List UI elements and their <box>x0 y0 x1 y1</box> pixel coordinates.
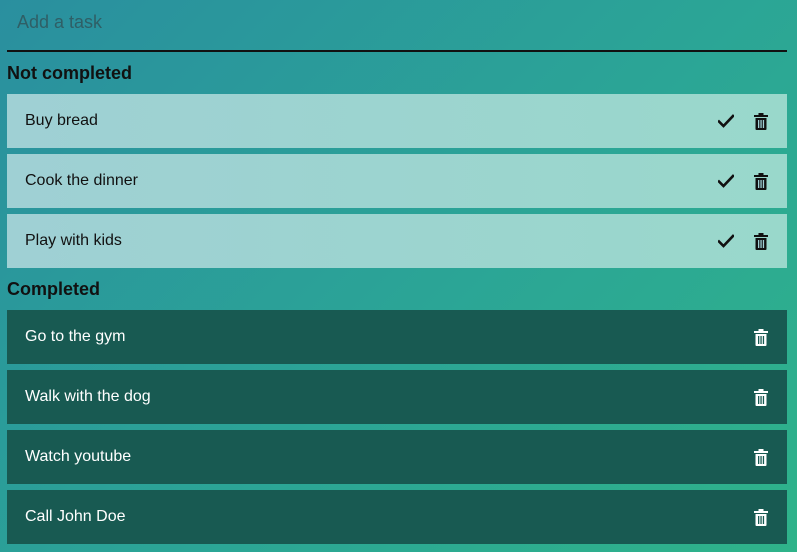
check-icon[interactable] <box>716 171 736 191</box>
task-row: Buy bread <box>7 94 787 148</box>
check-icon[interactable] <box>716 231 736 251</box>
completed-heading: Completed <box>7 279 101 299</box>
trash-icon[interactable] <box>751 507 771 527</box>
task-row: Watch youtube <box>7 430 787 484</box>
trash-icon[interactable] <box>751 111 771 131</box>
task-label: Walk with the dog <box>25 388 151 405</box>
task-input-container <box>7 0 787 52</box>
task-label: Cook the dinner <box>25 172 138 189</box>
task-row: Go to the gym <box>7 310 787 364</box>
trash-icon[interactable] <box>751 447 771 467</box>
task-label: Watch youtube <box>25 448 132 465</box>
check-icon[interactable] <box>716 111 736 131</box>
task-label: Call John Doe <box>25 508 126 525</box>
task-label: Go to the gym <box>25 328 126 345</box>
not-completed-list: Buy bread Cook the dinner Play with kids <box>7 94 787 268</box>
task-label: Play with kids <box>25 232 122 249</box>
task-label: Buy bread <box>25 112 98 129</box>
task-row: Play with kids <box>7 214 787 268</box>
trash-icon[interactable] <box>751 387 771 407</box>
task-row: Cook the dinner <box>7 154 787 208</box>
trash-icon[interactable] <box>751 171 771 191</box>
add-task-input[interactable] <box>7 7 787 37</box>
completed-list: Go to the gym Walk with the dog Watch yo… <box>7 310 787 544</box>
task-row: Call John Doe <box>7 490 787 544</box>
task-row: Walk with the dog <box>7 370 787 424</box>
todo-app: Not completed Buy bread Cook the dinner … <box>7 0 787 544</box>
trash-icon[interactable] <box>751 231 771 251</box>
trash-icon[interactable] <box>751 327 771 347</box>
not-completed-heading: Not completed <box>7 63 133 83</box>
